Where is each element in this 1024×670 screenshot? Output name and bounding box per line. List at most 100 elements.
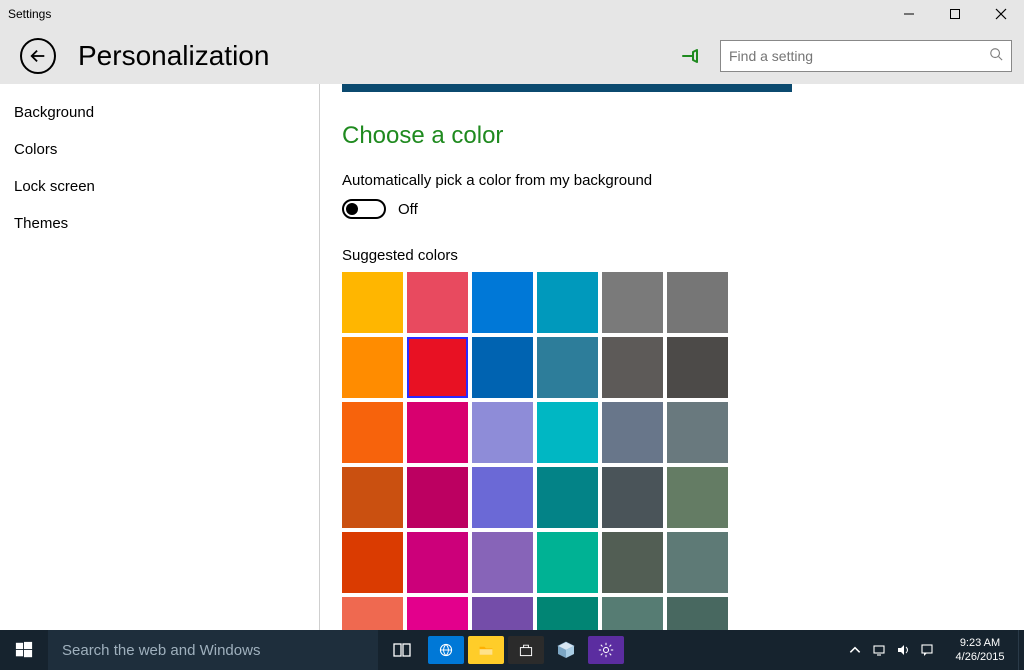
search-box[interactable] — [720, 40, 1012, 72]
tray-network[interactable] — [868, 643, 890, 657]
taskbar-app-settings[interactable] — [588, 636, 624, 664]
settings-body: Background Colors Lock screen Themes Cho… — [0, 84, 1024, 630]
start-button[interactable] — [0, 630, 48, 670]
color-swatch[interactable] — [472, 337, 533, 398]
toggle-state-label: Off — [398, 201, 418, 218]
sidebar-item-lock-screen[interactable]: Lock screen — [0, 168, 319, 205]
back-button[interactable] — [20, 38, 56, 74]
sidebar-item-label: Background — [14, 104, 94, 121]
taskbar-search-placeholder: Search the web and Windows — [62, 642, 260, 659]
color-swatch[interactable] — [602, 597, 663, 630]
minimize-button[interactable] — [886, 0, 932, 28]
globe-icon — [438, 642, 454, 658]
taskbar-apps — [378, 630, 626, 670]
window-controls — [886, 0, 1024, 28]
color-swatch[interactable] — [472, 402, 533, 463]
color-swatch[interactable] — [537, 272, 598, 333]
color-swatch[interactable] — [602, 272, 663, 333]
taskbar-app-virtualbox[interactable] — [548, 636, 584, 664]
chevron-up-icon — [848, 643, 862, 657]
sidebar-item-colors[interactable]: Colors — [0, 131, 319, 168]
color-swatch[interactable] — [472, 597, 533, 630]
window-titlebar: Settings — [0, 0, 1024, 28]
color-swatch[interactable] — [342, 467, 403, 528]
gear-icon — [598, 642, 614, 658]
color-swatch[interactable] — [667, 402, 728, 463]
store-icon — [518, 642, 534, 658]
sidebar-item-label: Colors — [14, 141, 57, 158]
color-swatch[interactable] — [667, 467, 728, 528]
arrow-left-icon — [29, 47, 47, 65]
taskbar-search[interactable]: Search the web and Windows — [48, 630, 378, 670]
clock-time: 9:23 AM — [960, 636, 1000, 650]
pin-button[interactable] — [680, 46, 700, 66]
pin-icon — [680, 46, 700, 66]
system-tray — [844, 630, 942, 670]
color-swatch[interactable] — [472, 272, 533, 333]
color-swatch[interactable] — [602, 532, 663, 593]
window-caption: Settings — [8, 7, 51, 21]
color-swatch[interactable] — [667, 337, 728, 398]
color-swatch[interactable] — [537, 467, 598, 528]
auto-pick-toggle[interactable] — [342, 199, 386, 219]
settings-window: Settings Personalization — [0, 0, 1024, 630]
color-swatch[interactable] — [537, 402, 598, 463]
tray-notifications[interactable] — [916, 643, 938, 657]
color-swatch[interactable] — [472, 467, 533, 528]
color-swatch[interactable] — [537, 337, 598, 398]
color-swatch[interactable] — [342, 402, 403, 463]
color-swatch[interactable] — [537, 597, 598, 630]
task-view-icon — [392, 640, 412, 660]
tray-volume[interactable] — [892, 643, 914, 657]
taskbar-app-edge[interactable] — [428, 636, 464, 664]
color-swatch[interactable] — [342, 532, 403, 593]
color-swatch[interactable] — [602, 337, 663, 398]
color-swatch[interactable] — [407, 597, 468, 630]
color-swatch[interactable] — [537, 532, 598, 593]
taskbar-app-explorer[interactable] — [468, 636, 504, 664]
color-swatch[interactable] — [667, 272, 728, 333]
preview-strip — [342, 84, 792, 92]
sidebar-item-label: Themes — [14, 215, 68, 232]
color-swatch[interactable] — [602, 467, 663, 528]
color-swatch-grid — [342, 272, 728, 630]
color-swatch[interactable] — [602, 402, 663, 463]
settings-header: Personalization — [0, 28, 1024, 84]
color-swatch[interactable] — [407, 532, 468, 593]
maximize-button[interactable] — [932, 0, 978, 28]
search-input[interactable] — [729, 48, 989, 64]
color-swatch[interactable] — [407, 402, 468, 463]
cube-icon — [555, 639, 577, 661]
windows-logo-icon — [15, 641, 33, 659]
show-desktop-button[interactable] — [1018, 630, 1024, 670]
taskbar-clock[interactable]: 9:23 AM 4/26/2015 — [942, 630, 1018, 670]
color-swatch[interactable] — [407, 467, 468, 528]
taskbar: Search the web and Windows 9:23 AM 4/26/… — [0, 630, 1024, 670]
sidebar-item-label: Lock screen — [14, 178, 95, 195]
color-swatch[interactable] — [342, 597, 403, 630]
task-view-button[interactable] — [378, 630, 426, 670]
close-button[interactable] — [978, 0, 1024, 28]
settings-content: Choose a color Automatically pick a colo… — [320, 84, 1024, 630]
color-swatch[interactable] — [667, 597, 728, 630]
color-swatch[interactable] — [342, 272, 403, 333]
sidebar-item-themes[interactable]: Themes — [0, 205, 319, 242]
color-swatch[interactable] — [667, 532, 728, 593]
sidebar-item-background[interactable]: Background — [0, 94, 319, 131]
search-icon — [989, 47, 1003, 66]
notification-icon — [920, 643, 934, 657]
folder-icon — [478, 642, 494, 658]
settings-sidebar: Background Colors Lock screen Themes — [0, 84, 320, 630]
speaker-icon — [896, 643, 910, 657]
color-swatch[interactable] — [407, 272, 468, 333]
section-title: Choose a color — [342, 122, 1002, 150]
taskbar-app-store[interactable] — [508, 636, 544, 664]
color-swatch[interactable] — [472, 532, 533, 593]
color-swatch[interactable] — [407, 337, 468, 398]
tray-show-hidden[interactable] — [844, 643, 866, 657]
clock-date: 4/26/2015 — [956, 650, 1005, 664]
auto-pick-label: Automatically pick a color from my backg… — [342, 172, 1002, 189]
suggested-colors-label: Suggested colors — [342, 247, 1002, 264]
network-icon — [872, 643, 886, 657]
color-swatch[interactable] — [342, 337, 403, 398]
